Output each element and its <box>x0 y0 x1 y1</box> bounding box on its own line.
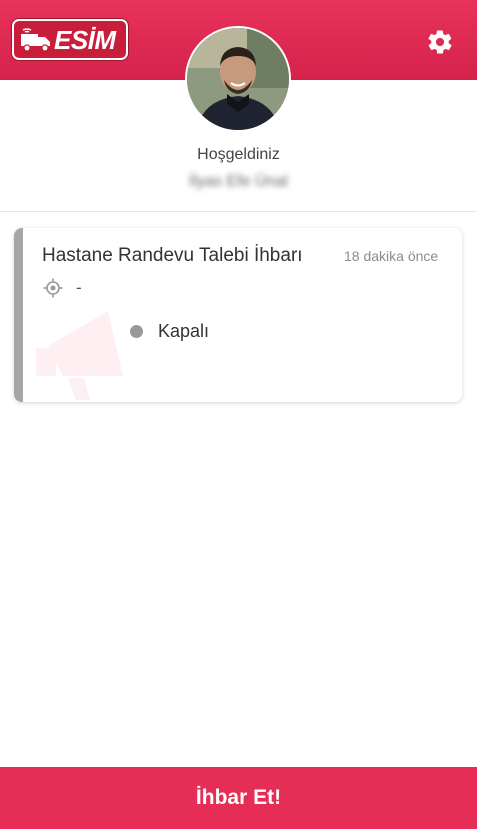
notice-status: Kapalı <box>158 321 210 341</box>
user-name: İlyas Efe Ünal <box>189 173 288 190</box>
status-dot <box>130 325 143 338</box>
notice-location: - <box>76 278 82 297</box>
notice-card[interactable]: Hastane Randevu Talebi İhbarı 18 dakika … <box>14 228 462 402</box>
gear-icon[interactable] <box>426 28 454 56</box>
truck-icon <box>21 28 50 52</box>
esim-logo: ESİM <box>12 19 128 60</box>
status-bar <box>14 228 23 402</box>
location-target-icon <box>43 278 63 298</box>
report-button[interactable]: İhbar Et! <box>0 767 477 829</box>
avatar-photo <box>187 28 289 130</box>
welcome-label: Hoşgeldiniz <box>197 146 280 163</box>
notice-time: 18 dakika önce <box>344 248 439 264</box>
divider <box>0 211 477 212</box>
megaphone-icon <box>36 311 123 400</box>
logo-text: ESİM <box>54 25 116 55</box>
notice-title: Hastane Randevu Talebi İhbarı <box>42 245 303 266</box>
avatar[interactable] <box>185 26 291 132</box>
